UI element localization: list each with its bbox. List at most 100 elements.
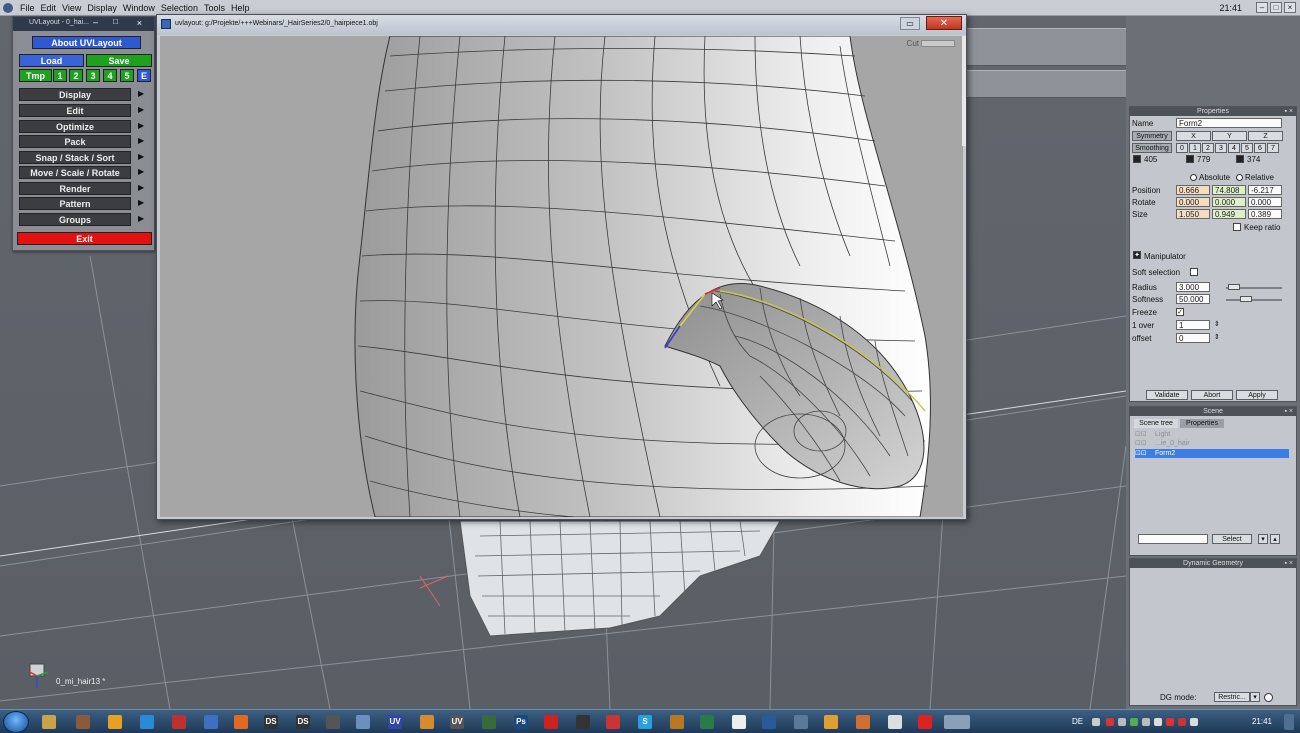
window-minimize-button[interactable]: ▭ [900, 17, 920, 30]
explorer-icon[interactable] [42, 715, 56, 729]
about-button[interactable]: About UVLayout [32, 36, 141, 49]
menu-selection[interactable]: Selection [158, 3, 201, 13]
panel-close-icon[interactable]: ▪ × [1284, 107, 1293, 116]
offset-spinner-icon[interactable]: ⇕ [1214, 333, 1220, 341]
slot-3-button[interactable]: 3 [86, 69, 100, 82]
app-icon[interactable] [356, 715, 370, 729]
abort-button[interactable]: Abort [1191, 390, 1233, 400]
softness-slider-knob[interactable] [1240, 296, 1252, 302]
firefox-icon[interactable] [234, 715, 248, 729]
position-z-field[interactable]: -6.217 [1248, 185, 1282, 195]
tray-app-icon[interactable] [1166, 718, 1174, 726]
symmetry-y-button[interactable]: Y [1212, 131, 1247, 141]
softness-field[interactable]: 50.000 [1176, 294, 1210, 304]
slot-1-button[interactable]: 1 [53, 69, 67, 82]
smoothing-6-button[interactable]: 6 [1254, 143, 1266, 153]
language-indicator[interactable]: DE [1072, 717, 1083, 726]
menu-pattern-button[interactable]: Pattern [19, 197, 131, 210]
tree-row-hair[interactable]: ⊡⊡ ...ie_0_hair [1135, 439, 1285, 448]
app-icon[interactable] [856, 715, 870, 729]
edit-slot-button[interactable]: E [137, 69, 151, 82]
menu-edit[interactable]: Edit [38, 3, 60, 13]
position-x-field[interactable]: 0.666 [1176, 185, 1210, 195]
position-y-field[interactable]: 74.808 [1212, 185, 1246, 195]
visibility-icon[interactable]: ⊡⊡ [1135, 439, 1155, 448]
smoothing-0-button[interactable]: 0 [1176, 143, 1188, 153]
photoshop-icon[interactable]: Ps [514, 715, 528, 729]
visibility-icon[interactable]: ⊡⊡ [1135, 430, 1155, 439]
start-button[interactable] [3, 711, 29, 733]
filezilla-icon[interactable] [606, 715, 620, 729]
name-field[interactable]: Form2 [1176, 118, 1282, 128]
app-icon[interactable] [326, 715, 340, 729]
window-scrollbar[interactable] [962, 36, 966, 146]
smoothing-5-button[interactable]: 5 [1241, 143, 1253, 153]
tab-scene-properties[interactable]: Properties [1180, 419, 1224, 428]
uvtool-restore-button[interactable]: □ [113, 17, 118, 26]
tray-app-icon[interactable] [1106, 718, 1114, 726]
scroll-up-icon[interactable]: ▴ [1270, 534, 1280, 544]
acrobat-icon[interactable] [918, 715, 932, 729]
app-icon[interactable] [824, 715, 838, 729]
rotate-y-field[interactable]: 0.000 [1212, 197, 1246, 207]
tmp-button[interactable]: Tmp [19, 69, 52, 82]
app-minimize-button[interactable]: – [1256, 2, 1268, 13]
tray-app-icon[interactable] [1130, 718, 1138, 726]
vlc-icon[interactable] [108, 715, 122, 729]
tray-app-icon[interactable] [1178, 718, 1186, 726]
window-titlebar[interactable]: uvlayout: g:/Projekte/+++Webinars/_HairS… [157, 15, 966, 35]
menu-edit-button[interactable]: Edit [19, 104, 131, 117]
validate-button[interactable]: Validate [1146, 390, 1188, 400]
radius-field[interactable]: 3.000 [1176, 282, 1210, 292]
smoothing-7-button[interactable]: 7 [1267, 143, 1279, 153]
rotate-z-field[interactable]: 0.000 [1248, 197, 1282, 207]
absolute-radio[interactable]: Absolute [1190, 173, 1230, 182]
tree-row-light[interactable]: ⊡⊡ Light [1135, 430, 1285, 439]
offset-field[interactable]: 0 [1176, 333, 1210, 343]
softness-slider[interactable] [1226, 299, 1282, 301]
visibility-icon[interactable]: ⊡⊡ [1135, 449, 1155, 458]
freeze-checkbox[interactable]: ✓ [1176, 308, 1184, 316]
app-icon[interactable] [576, 715, 590, 729]
volume-icon[interactable] [1154, 718, 1162, 726]
menu-window[interactable]: Window [120, 3, 158, 13]
tab-scene-tree[interactable]: Scene tree [1134, 419, 1178, 428]
dg-mode-select[interactable]: Restric... [1214, 692, 1250, 702]
over-field[interactable]: 1 [1176, 320, 1210, 330]
menu-render-button[interactable]: Render [19, 182, 131, 195]
app-icon[interactable] [888, 715, 902, 729]
tree-row-form2[interactable]: ⊡⊡ Form2 [1135, 449, 1289, 458]
keep-ratio-checkbox[interactable] [1233, 223, 1241, 231]
menu-groups-button[interactable]: Groups [19, 213, 131, 226]
soft-selection-checkbox[interactable] [1190, 268, 1198, 276]
menu-tools[interactable]: Tools [201, 3, 228, 13]
scroll-down-icon[interactable]: ▾ [1258, 534, 1268, 544]
symmetry-z-button[interactable]: Z [1248, 131, 1283, 141]
menu-move-button[interactable]: Move / Scale / Rotate [19, 166, 131, 179]
app-icon[interactable] [76, 715, 90, 729]
size-x-field[interactable]: 1.050 [1176, 209, 1210, 219]
exit-button[interactable]: Exit [17, 232, 152, 245]
ie-icon[interactable] [140, 715, 154, 729]
uvlayout-icon[interactable]: UV [388, 715, 402, 729]
uv-3d-canvas[interactable]: Cut [160, 36, 963, 517]
ds-icon[interactable]: DS [264, 715, 278, 729]
menu-display[interactable]: Display [84, 3, 120, 13]
app-icon[interactable] [204, 715, 218, 729]
uvtool-minimize-button[interactable]: – [93, 17, 98, 27]
menu-file[interactable]: File [17, 3, 38, 13]
radius-slider-knob[interactable] [1228, 284, 1240, 290]
uvlayout-icon[interactable]: UV [450, 715, 464, 729]
menu-help[interactable]: Help [228, 3, 253, 13]
smoothing-4-button[interactable]: 4 [1228, 143, 1240, 153]
app-icon[interactable] [670, 715, 684, 729]
smoothing-2-button[interactable]: 2 [1202, 143, 1214, 153]
relative-radio[interactable]: Relative [1236, 173, 1274, 182]
show-desktop-button[interactable] [1284, 714, 1294, 730]
slot-4-button[interactable]: 4 [103, 69, 117, 82]
panel-close-icon[interactable]: ▪ × [1284, 559, 1293, 568]
uvtool-titlebar[interactable]: UVLayout - 0_hai... – □ × [13, 17, 154, 31]
over-spinner-icon[interactable]: ⇕ [1214, 320, 1220, 328]
save-button[interactable]: Save [86, 54, 152, 67]
apply-button[interactable]: Apply [1236, 390, 1278, 400]
